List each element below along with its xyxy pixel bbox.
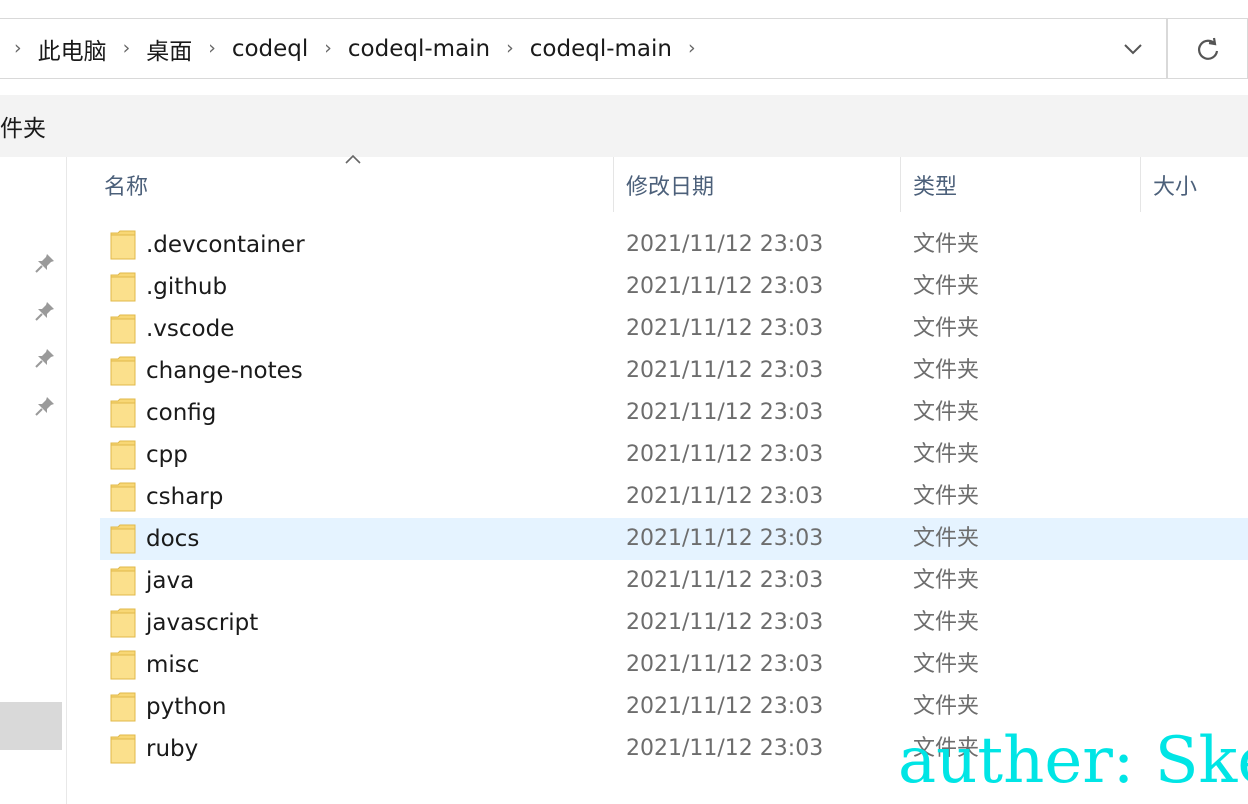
folder-icon: [110, 692, 136, 722]
column-type-header[interactable]: 类型: [913, 157, 957, 212]
folder-icon: [110, 356, 136, 386]
file-date: 2021/11/12 23:03: [626, 736, 824, 761]
file-name[interactable]: ruby: [146, 728, 198, 770]
table-row[interactable]: csharp 2021/11/12 23:03 文件夹: [100, 476, 1248, 518]
file-type: 文件夹: [913, 400, 980, 425]
table-row[interactable]: javascript 2021/11/12 23:03 文件夹: [100, 602, 1248, 644]
breadcrumb: › 此电脑 › 桌面 › codeql › codeql-main › code…: [0, 19, 712, 78]
file-name[interactable]: cpp: [146, 434, 188, 476]
file-date: 2021/11/12 23:03: [626, 232, 824, 257]
breadcrumb-codeql[interactable]: codeql: [232, 36, 308, 62]
column-size-header[interactable]: 大小: [1153, 157, 1197, 212]
file-date: 2021/11/12 23:03: [626, 400, 824, 425]
pin-icon[interactable]: [34, 300, 56, 322]
table-row[interactable]: change-notes 2021/11/12 23:03 文件夹: [100, 350, 1248, 392]
file-name[interactable]: csharp: [146, 476, 223, 518]
file-type: 文件夹: [913, 274, 980, 299]
pin-icon[interactable]: [34, 395, 56, 417]
file-name[interactable]: misc: [146, 644, 199, 686]
folder-icon: [110, 272, 136, 302]
folder-icon: [110, 398, 136, 428]
file-type: 文件夹: [913, 232, 980, 257]
file-name[interactable]: .github: [146, 266, 227, 308]
breadcrumb-separator[interactable]: ›: [123, 37, 131, 59]
file-date: 2021/11/12 23:03: [626, 694, 824, 719]
file-date: 2021/11/12 23:03: [626, 274, 824, 299]
breadcrumb-separator[interactable]: ›: [506, 37, 514, 59]
file-name[interactable]: javascript: [146, 602, 258, 644]
file-name[interactable]: python: [146, 686, 226, 728]
file-name[interactable]: .devcontainer: [146, 224, 305, 266]
file-type: 文件夹: [913, 568, 980, 593]
file-date: 2021/11/12 23:03: [626, 652, 824, 677]
pin-icon[interactable]: [34, 252, 56, 274]
refresh-button[interactable]: [1167, 18, 1248, 79]
refresh-icon: [1197, 37, 1218, 60]
file-name[interactable]: docs: [146, 518, 199, 560]
file-type: 文件夹: [913, 610, 980, 635]
breadcrumb-separator[interactable]: ›: [14, 37, 22, 59]
breadcrumb-separator[interactable]: ›: [688, 37, 696, 59]
table-row[interactable]: .vscode 2021/11/12 23:03 文件夹: [100, 308, 1248, 350]
breadcrumb-codeql-main-current[interactable]: codeql-main: [530, 36, 672, 62]
file-date: 2021/11/12 23:03: [626, 316, 824, 341]
column-divider[interactable]: [1140, 157, 1141, 212]
file-name[interactable]: change-notes: [146, 350, 303, 392]
column-divider[interactable]: [900, 157, 901, 212]
file-type: 文件夹: [913, 316, 980, 341]
breadcrumb-separator[interactable]: ›: [208, 37, 216, 59]
file-date: 2021/11/12 23:03: [626, 526, 824, 551]
address-bar[interactable]: › 此电脑 › 桌面 › codeql › codeql-main › code…: [0, 18, 1167, 79]
breadcrumb-codeql-main[interactable]: codeql-main: [348, 36, 490, 62]
file-date: 2021/11/12 23:03: [626, 442, 824, 467]
file-type: 文件夹: [913, 652, 980, 677]
folder-icon: [110, 608, 136, 638]
file-date: 2021/11/12 23:03: [626, 610, 824, 635]
breadcrumb-this-pc[interactable]: 此电脑: [38, 32, 107, 66]
column-date-header[interactable]: 修改日期: [626, 157, 714, 212]
navigation-pane[interactable]: [0, 157, 67, 804]
folder-icon: [110, 230, 136, 260]
file-date: 2021/11/12 23:03: [626, 484, 824, 509]
address-history-button[interactable]: [1100, 19, 1166, 78]
folder-icon: [110, 566, 136, 596]
folder-icon: [110, 482, 136, 512]
column-header: 名称 修改日期 类型 大小: [68, 157, 1248, 212]
file-type: 文件夹: [913, 358, 980, 383]
file-name[interactable]: config: [146, 392, 216, 434]
breadcrumb-desktop[interactable]: 桌面: [146, 32, 192, 66]
table-row[interactable]: java 2021/11/12 23:03 文件夹: [100, 560, 1248, 602]
pin-icon[interactable]: [34, 347, 56, 369]
chevron-down-icon: [1124, 43, 1142, 54]
file-name[interactable]: java: [146, 560, 194, 602]
nav-item-selected[interactable]: [0, 702, 62, 750]
breadcrumb-separator[interactable]: ›: [324, 37, 332, 59]
file-type: 文件夹: [913, 484, 980, 509]
column-divider[interactable]: [613, 157, 614, 212]
toolbar-label[interactable]: 件夹: [0, 109, 46, 143]
column-name-header[interactable]: 名称: [104, 157, 148, 212]
watermark-text: auther: Ske: [898, 724, 1248, 798]
file-name[interactable]: .vscode: [146, 308, 234, 350]
table-row[interactable]: misc 2021/11/12 23:03 文件夹: [100, 644, 1248, 686]
folder-icon: [110, 524, 136, 554]
folder-icon: [110, 314, 136, 344]
file-date: 2021/11/12 23:03: [626, 568, 824, 593]
folder-icon: [110, 440, 136, 470]
table-row[interactable]: .github 2021/11/12 23:03 文件夹: [100, 266, 1248, 308]
folder-icon: [110, 734, 136, 764]
folder-icon: [110, 650, 136, 680]
file-type: 文件夹: [913, 442, 980, 467]
table-row[interactable]: docs 2021/11/12 23:03 文件夹: [100, 518, 1248, 560]
table-row[interactable]: cpp 2021/11/12 23:03 文件夹: [100, 434, 1248, 476]
table-row[interactable]: .devcontainer 2021/11/12 23:03 文件夹: [100, 224, 1248, 266]
file-date: 2021/11/12 23:03: [626, 358, 824, 383]
file-type: 文件夹: [913, 526, 980, 551]
table-row[interactable]: config 2021/11/12 23:03 文件夹: [100, 392, 1248, 434]
toolbar: 件夹: [0, 95, 1248, 157]
